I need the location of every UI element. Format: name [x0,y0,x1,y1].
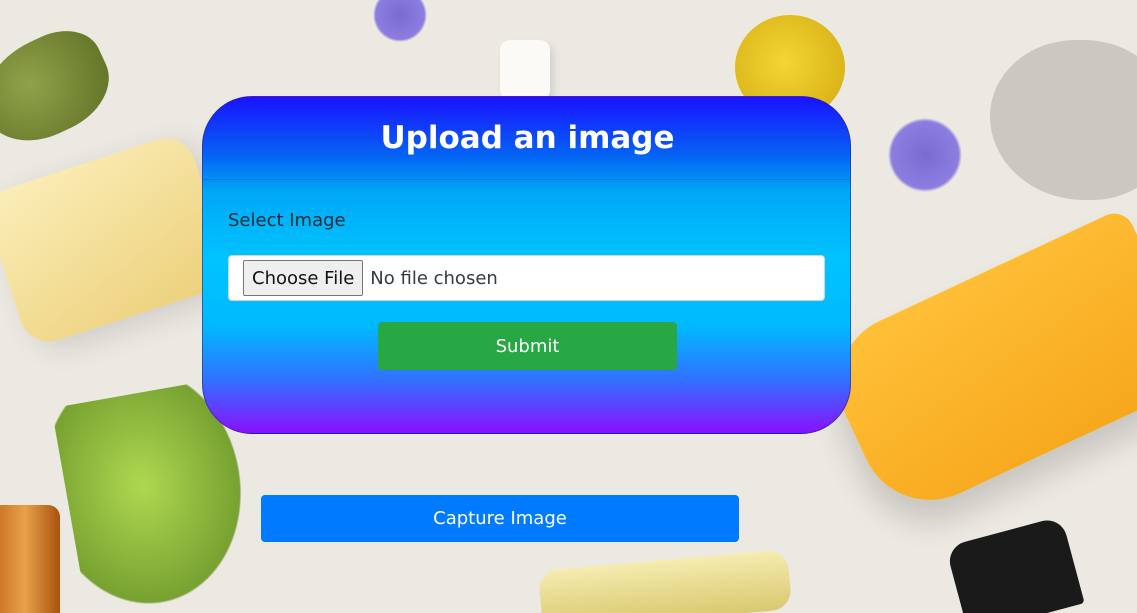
background-orange-tube [815,207,1137,523]
select-image-label: Select Image [228,210,346,231]
background-purple-flower [880,105,970,205]
capture-image-button[interactable]: Capture Image [261,495,739,542]
upload-card-title: Upload an image [380,120,675,156]
background-olive [0,16,124,159]
background-pump-bottle [945,516,1085,613]
file-status-text: No file chosen [370,267,498,289]
submit-button[interactable]: Submit [378,322,677,370]
choose-file-button[interactable]: Choose File [243,260,364,296]
background-glass-bar [0,130,235,350]
upload-card: Upload an image Select Image Choose File… [202,96,851,434]
background-white-cap [500,40,550,100]
upload-card-header: Upload an image [203,97,850,180]
file-input[interactable]: Choose File No file chosen [228,255,825,301]
background-shadow [990,40,1137,200]
background-amber-bottle [0,505,60,613]
background-dropper [537,549,793,613]
background-purple-flower-top [355,0,445,45]
